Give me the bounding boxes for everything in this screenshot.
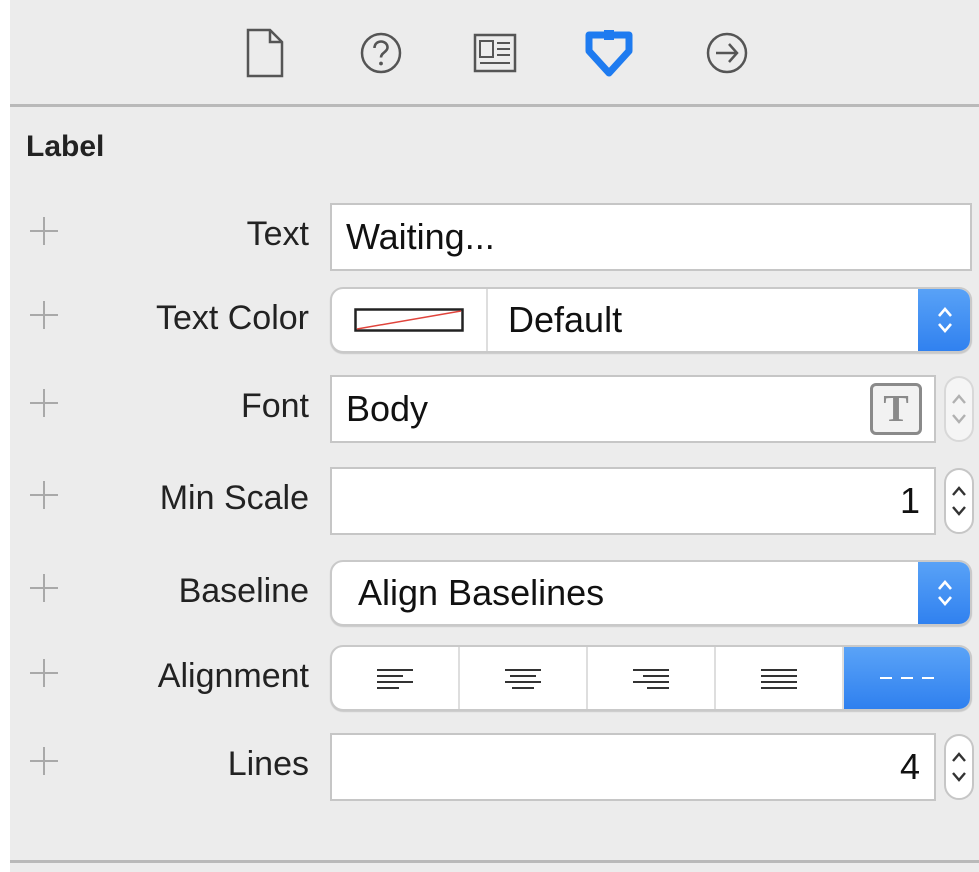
font-label: Font [240,387,309,425]
toolbar-divider [10,104,979,107]
popup-arrows-icon[interactable] [918,562,970,624]
section-divider [10,860,979,863]
font-picker-icon[interactable]: T [870,383,922,435]
font-row: Font Body T [10,375,979,443]
no-color-swatch-icon [354,308,464,332]
align-left-icon [377,669,413,689]
baseline-popup[interactable]: Align Baselines [330,560,972,626]
lines-stepper[interactable] [944,734,974,800]
text-color-row: Text Color Default [10,287,979,355]
font-field[interactable]: Body T [330,375,936,443]
help-icon[interactable] [354,25,408,81]
text-color-label: Text Color [155,299,309,337]
color-well[interactable] [332,289,488,351]
inspector-toolbar [10,0,979,106]
add-variation-plus-icon[interactable] [30,301,58,329]
attributes-inspector: Label Text Waiting... Text Color Default [10,0,979,872]
align-natural-segment[interactable] [844,647,970,709]
identity-icon[interactable] [468,25,522,81]
text-field[interactable]: Waiting... [330,203,972,271]
min-scale-field[interactable]: 1 [330,467,936,535]
text-label: Text [246,215,309,253]
font-size-stepper[interactable] [944,376,974,442]
align-justified-segment[interactable] [716,647,844,709]
alignment-row: Alignment [10,645,979,713]
align-right-icon [633,669,669,689]
min-scale-label: Min Scale [159,479,309,517]
alignment-segmented-control[interactable] [330,645,972,711]
font-picker-glyph: T [883,388,909,430]
stepper-arrows-icon [952,394,966,424]
min-scale-row: Min Scale 1 [10,467,979,535]
add-variation-plus-icon[interactable] [30,389,58,417]
add-variation-plus-icon[interactable] [30,574,58,602]
attributes-icon[interactable] [582,25,636,81]
lines-row: Lines 4 [10,733,979,801]
add-variation-plus-icon[interactable] [30,659,58,687]
align-center-icon [505,669,541,689]
align-right-segment[interactable] [588,647,716,709]
align-center-segment[interactable] [460,647,588,709]
connections-icon[interactable] [700,25,754,81]
lines-label: Lines [227,745,309,783]
font-value: Body [346,388,429,429]
baseline-label: Baseline [178,572,309,610]
stepper-arrows-icon [952,486,966,516]
lines-field[interactable]: 4 [330,733,936,801]
text-color-popup[interactable]: Default [330,287,972,353]
text-color-value: Default [508,299,623,340]
min-scale-stepper[interactable] [944,468,974,534]
popup-arrows-icon[interactable] [918,289,970,351]
add-variation-plus-icon[interactable] [30,481,58,509]
baseline-row: Baseline Align Baselines [10,560,979,628]
baseline-value: Align Baselines [358,572,605,613]
align-natural-icon [880,677,934,679]
alignment-label: Alignment [157,657,309,695]
file-icon[interactable] [238,25,292,81]
align-left-segment[interactable] [332,647,460,709]
add-variation-plus-icon[interactable] [30,217,58,245]
section-title: Label [26,130,105,163]
text-row: Text Waiting... [10,203,979,271]
add-variation-plus-icon[interactable] [30,747,58,775]
align-justified-icon [761,669,797,689]
stepper-arrows-icon [952,752,966,782]
